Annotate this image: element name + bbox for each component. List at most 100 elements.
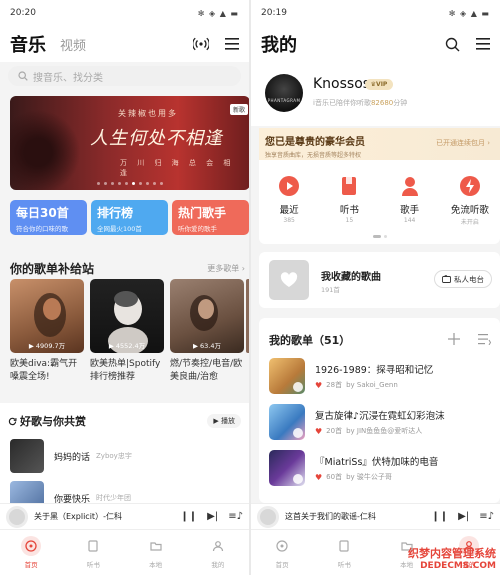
playlist-row[interactable]: 1926-1989：探寻昭和记忆 ♥ 28首 by Sakoi_Genn [269,356,497,396]
radio-icon[interactable] [193,36,209,52]
play-all-button[interactable]: ▶ 播放 [207,414,241,428]
menu-icon[interactable] [476,38,490,50]
search-icon[interactable] [445,37,460,52]
quick-count: 15 [345,217,354,224]
playlist-thumbnail [269,358,305,394]
tab-local[interactable]: 本地 [146,536,166,569]
tab-video[interactable]: 视频 [60,35,86,54]
refresh-icon[interactable] [8,417,17,426]
chip-subtitle: 听你爱的歌手 [178,225,217,233]
my-profile-screen: 20:19 ✻ ◈ ▲ ▬ 我的 PHANTAGRAM Knossos ♛ VI… [251,0,500,575]
avatar[interactable]: PHANTAGRAM [265,74,303,112]
tab-audiobook[interactable]: 听书 [334,536,354,569]
pause-icon[interactable]: ❙❙ [180,511,197,522]
quick-audiobook[interactable]: 听书 15 [323,174,375,226]
banner-line3: 万 川 归 海 总 会 相 逢 [120,159,235,177]
playlist-creator: by Sakoi_Genn [346,381,398,389]
tab-label: 听书 [337,561,351,569]
playlist-creator: by JIN鱼鱼鱼@爱听达人 [346,427,423,435]
playlist-thumbnail [269,450,305,486]
heart-icon: ♥ [315,472,323,482]
playlist-thumbnail [269,404,305,440]
search-placeholder: 搜音乐、找分类 [33,72,103,84]
playlist-name: 『MiatriSs』伏特加味的电音 [315,457,439,468]
listening-time: i音乐已陪伴你听歌82680分钟 [313,99,408,107]
section-title: 好歌与你共赏 [8,413,86,429]
recommend-section: 好歌与你共赏 ▶ 播放 妈妈的话 Zyboy忠宇 你要快乐 时代少年团 [0,403,249,515]
book-icon [337,174,361,198]
playlist-count: 60首 [326,473,343,481]
playlist-name: 1926-1989：探寻昭和记忆 [315,365,434,376]
playlist-card[interactable]: ▶ 4552.4万 欧美热单|Spotify排行榜推荐 [90,279,164,384]
avatar-text: PHANTAGRAM [267,98,301,103]
now-playing-title: 这首关于我们的歌谣-仁科 [285,512,376,521]
top-bar: 我的 [251,26,500,62]
promo-banner[interactable]: 关辣椒也用多 人生何处不相逢 万 川 归 海 总 会 相 逢 新歌 [10,96,249,190]
playlist-row[interactable]: 『MiatriSs』伏特加味的电音 ♥ 60首 by 骏牛公子哥 [269,448,497,488]
mini-player[interactable]: 这首关于我们的歌谣-仁科 ❙❙ ▶| ≡♪ [251,503,500,529]
heart-icon [280,272,298,287]
shortcut-chips: 每日30首 符合你的口味的歌 排行榜 全网最火100首 热门歌手 听你爱的歌手 [10,200,249,235]
status-bar: 20:19 ✻ ◈ ▲ ▬ [251,0,500,26]
manage-playlist-icon[interactable] [478,330,492,349]
search-input[interactable]: 搜音乐、找分类 [8,66,241,86]
quick-label: 最近 [279,205,299,216]
tab-home[interactable]: 首页 [21,536,42,569]
tab-music[interactable]: 音乐 [10,31,46,57]
song-row[interactable]: 妈妈的话 Zyboy忠宇 [10,439,132,473]
add-playlist-icon[interactable] [448,330,460,349]
my-playlists-card: 我的歌单（51） 1926-1989：探寻昭和记忆 ♥ 28首 by Sakoi_G… [259,318,500,503]
vip-status-link[interactable]: 已开通连续包月 › [436,138,490,148]
chip-subtitle: 符合你的口味的歌 [16,225,68,233]
folder-icon [146,536,166,556]
vip-banner[interactable]: 您已是尊贵的豪华会员 独享音质曲库，无损音质等超多特权 已开通连续包月 › [259,128,500,160]
quick-singers[interactable]: 歌手 144 [384,174,436,226]
tab-audiobook[interactable]: 听书 [83,536,103,569]
next-icon[interactable]: ▶| [207,511,218,522]
quick-free-data[interactable]: 免流听歌 未开启 [444,174,496,226]
more-playlists-link[interactable]: 更多歌单 › [207,263,245,274]
profile-header[interactable]: PHANTAGRAM Knossos ♛ VIP i音乐已陪伴你听歌82680分… [251,62,500,126]
bottom-tab-bar: 首页 听书 本地 我的 [0,529,249,575]
chip-charts[interactable]: 排行榜 全网最火100首 [91,200,168,235]
watermark-line1: 织梦内容管理系统 [408,547,496,560]
mini-player[interactable]: 关于黑（Explicit）-仁科 ❙❙ ▶| ≡♪ [0,503,249,529]
singer-icon [398,174,422,198]
next-icon[interactable]: ▶| [458,511,469,522]
quick-label: 免流听歌 [450,205,489,216]
chip-title: 热门歌手 [178,206,227,220]
playlists-title: 我的歌单（51） [269,333,351,347]
chip-daily-30[interactable]: 每日30首 符合你的口味的歌 [10,200,87,235]
playlist-card[interactable]: ▶ 63.4万 燃/节奏控/电音/欧美良曲/治愈 [170,279,244,384]
quick-count: 385 [283,217,295,224]
pause-icon[interactable]: ❙❙ [431,511,448,522]
next-cover-edge [246,279,249,353]
favorites-card[interactable]: 我收藏的歌曲 191首 私人电台 [259,252,500,308]
tab-home[interactable]: 首页 [272,536,292,569]
playlist-card[interactable]: ▶ 4909.7万 欧美diva:霸气开嗓震全场! [10,279,84,384]
playlist-icon[interactable]: ≡♪ [479,511,494,522]
playlist-name: 复古旋律♪沉浸在霓虹幻彩泡沫 [315,411,445,422]
watermark-line2: DEDECMS.COM [420,561,496,571]
radio-icon [442,275,451,283]
favorites-cover [269,260,309,300]
playlist-icon[interactable]: ≡♪ [228,511,243,522]
playlist-row[interactable]: 复古旋律♪沉浸在霓虹幻彩泡沫 ♥ 20首 by JIN鱼鱼鱼@爱听达人 [269,402,497,442]
home-icon [21,536,42,556]
menu-icon[interactable] [225,38,239,50]
speed-icon [458,174,482,198]
chip-hot-singers[interactable]: 热门歌手 听你爱的歌手 [172,200,249,235]
quick-recent[interactable]: 最近 385 [263,174,315,226]
vip-subtitle: 独享音质曲库，无损音质等超多特权 [265,152,362,159]
playlist-carousel: ▶ 4909.7万 欧美diva:霸气开嗓震全场! ▶ 4552.4万 欧美热单… [10,279,249,384]
tab-label: 听书 [86,561,100,569]
playlist-cover: ▶ 4909.7万 [10,279,84,353]
tab-mine[interactable]: 我的 [208,536,228,569]
private-radio-button[interactable]: 私人电台 [434,270,492,288]
book-icon [334,536,354,556]
song-thumbnail [10,439,44,473]
quick-count: 未开启 [460,219,479,226]
quick-access-panel: 最近 385 听书 15 歌手 144 免流听歌 未开启 [259,160,500,244]
status-time: 20:19 [261,8,287,18]
playlist-cover: ▶ 4552.4万 [90,279,164,353]
